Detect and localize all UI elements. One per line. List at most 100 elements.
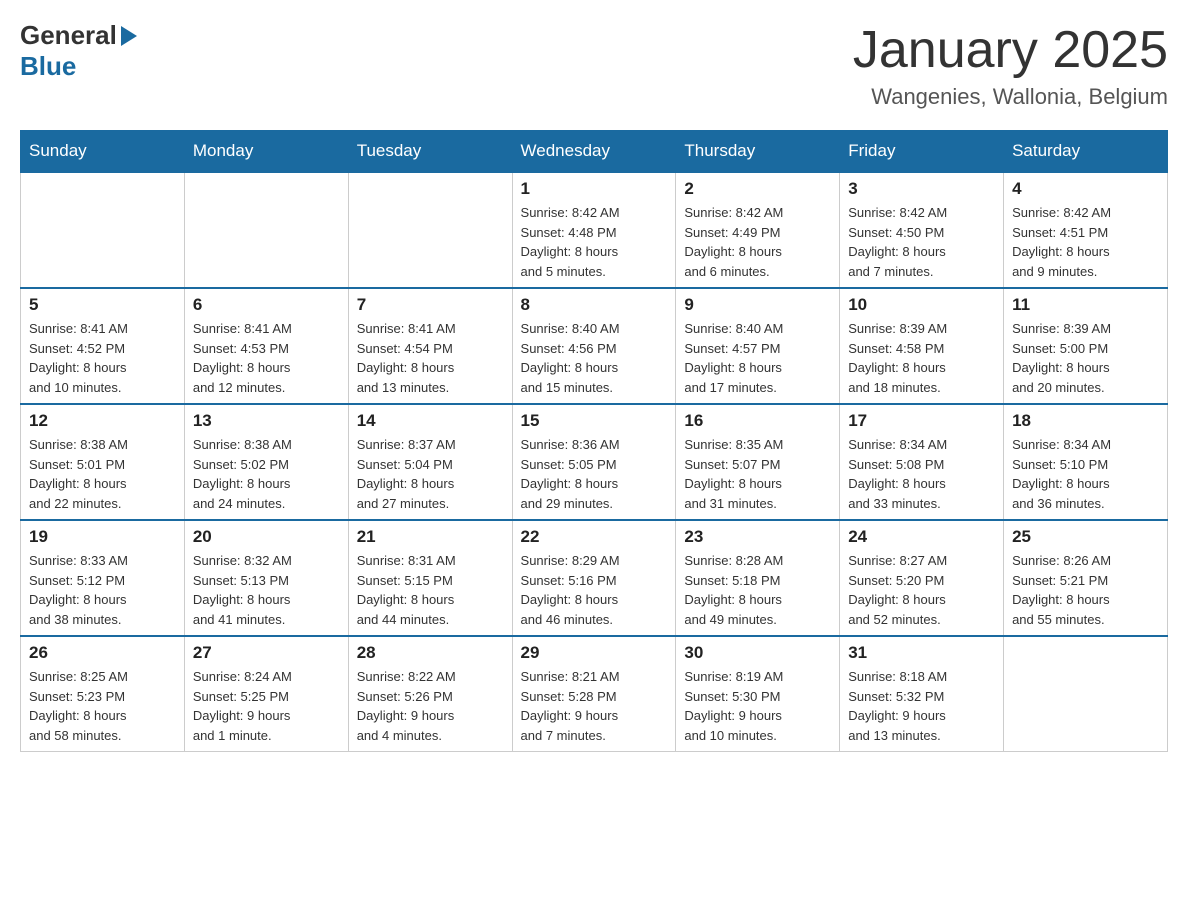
page-header: General Blue January 2025 Wangenies, Wal… [20, 20, 1168, 110]
day-info-28: Sunrise: 8:22 AM Sunset: 5:26 PM Dayligh… [357, 667, 504, 745]
day-number-27: 27 [193, 643, 340, 663]
calendar-cell-w5d6: 31Sunrise: 8:18 AM Sunset: 5:32 PM Dayli… [840, 636, 1004, 752]
calendar-cell-w3d5: 16 Sunrise: 8:35 AM Sunset: 5:07 PM Dayli… [676, 404, 840, 520]
day-info-5: Sunrise: 8:41 AM Sunset: 4:52 PM Dayligh… [29, 319, 176, 397]
calendar-cell-w4d1: 19 Sunrise: 8:33 AM Sunset: 5:12 PM Dayli… [21, 520, 185, 636]
title-section: January 2025 Wangenies, Wallonia, Belgiu… [853, 20, 1168, 110]
day-info-8: Sunrise: 8:40 AM Sunset: 4:56 PM Dayligh… [521, 319, 668, 397]
calendar-cell-w2d3: 7Sunrise: 8:41 AM Sunset: 4:54 PM Daylig… [348, 288, 512, 404]
calendar-cell-w2d6: 10Sunrise: 8:39 AM Sunset: 4:58 PM Dayli… [840, 288, 1004, 404]
calendar-cell-w3d4: 15 Sunrise: 8:36 AM Sunset: 5:05 PM Dayli… [512, 404, 676, 520]
day-number-2: 2 [684, 179, 831, 199]
calendar-cell-w4d6: 24 Sunrise: 8:27 AM Sunset: 5:20 PM Dayli… [840, 520, 1004, 636]
day-info-29: Sunrise: 8:21 AM Sunset: 5:28 PM Dayligh… [521, 667, 668, 745]
day-number-18: 18 [1012, 411, 1159, 431]
day-number-30: 30 [684, 643, 831, 663]
day-number-22: 22 [521, 527, 668, 547]
calendar-cell-w3d2: 13 Sunrise: 8:38 AM Sunset: 5:02 PM Dayli… [184, 404, 348, 520]
calendar-cell-w5d2: 27 Sunrise: 8:24 AM Sunset: 5:25 PM Dayli… [184, 636, 348, 752]
calendar-cell-w1d6: 3 Sunrise: 8:42 AM Sunset: 4:50 PM Daylig… [840, 172, 1004, 288]
calendar-cell-w4d5: 23 Sunrise: 8:28 AM Sunset: 5:18 PM Dayli… [676, 520, 840, 636]
calendar-cell-w5d1: 26 Sunrise: 8:25 AM Sunset: 5:23 PM Dayli… [21, 636, 185, 752]
day-info-20: Sunrise: 8:32 AM Sunset: 5:13 PM Dayligh… [193, 551, 340, 629]
logo-blue-text: Blue [20, 51, 76, 82]
calendar-cell-w1d3 [348, 172, 512, 288]
day-number-5: 5 [29, 295, 176, 315]
calendar-cell-w2d7: 11 Sunrise: 8:39 AM Sunset: 5:00 PM Dayli… [1004, 288, 1168, 404]
day-info-23: Sunrise: 8:28 AM Sunset: 5:18 PM Dayligh… [684, 551, 831, 629]
calendar-cell-w2d4: 8 Sunrise: 8:40 AM Sunset: 4:56 PM Daylig… [512, 288, 676, 404]
day-number-1: 1 [521, 179, 668, 199]
calendar-cell-w3d3: 14Sunrise: 8:37 AM Sunset: 5:04 PM Dayli… [348, 404, 512, 520]
calendar-cell-w1d7: 4Sunrise: 8:42 AM Sunset: 4:51 PM Daylig… [1004, 172, 1168, 288]
day-info-2: Sunrise: 8:42 AM Sunset: 4:49 PM Dayligh… [684, 203, 831, 281]
day-number-13: 13 [193, 411, 340, 431]
day-number-8: 8 [521, 295, 668, 315]
calendar-cell-w1d1 [21, 172, 185, 288]
day-info-27: Sunrise: 8:24 AM Sunset: 5:25 PM Dayligh… [193, 667, 340, 745]
header-sunday: Sunday [21, 131, 185, 173]
day-info-6: Sunrise: 8:41 AM Sunset: 4:53 PM Dayligh… [193, 319, 340, 397]
header-friday: Friday [840, 131, 1004, 173]
calendar-cell-w5d3: 28 Sunrise: 8:22 AM Sunset: 5:26 PM Dayli… [348, 636, 512, 752]
day-number-21: 21 [357, 527, 504, 547]
logo: General Blue [20, 20, 137, 82]
day-info-21: Sunrise: 8:31 AM Sunset: 5:15 PM Dayligh… [357, 551, 504, 629]
month-title: January 2025 [853, 20, 1168, 80]
calendar-cell-w3d6: 17Sunrise: 8:34 AM Sunset: 5:08 PM Dayli… [840, 404, 1004, 520]
day-info-3: Sunrise: 8:42 AM Sunset: 4:50 PM Dayligh… [848, 203, 995, 281]
day-number-16: 16 [684, 411, 831, 431]
week-row-2: 5 Sunrise: 8:41 AM Sunset: 4:52 PM Daylig… [21, 288, 1168, 404]
location-text: Wangenies, Wallonia, Belgium [853, 84, 1168, 110]
day-number-15: 15 [521, 411, 668, 431]
day-info-25: Sunrise: 8:26 AM Sunset: 5:21 PM Dayligh… [1012, 551, 1159, 629]
header-tuesday: Tuesday [348, 131, 512, 173]
header-saturday: Saturday [1004, 131, 1168, 173]
calendar-cell-w1d4: 1 Sunrise: 8:42 AM Sunset: 4:48 PM Daylig… [512, 172, 676, 288]
day-info-18: Sunrise: 8:34 AM Sunset: 5:10 PM Dayligh… [1012, 435, 1159, 513]
calendar-cell-w5d5: 30Sunrise: 8:19 AM Sunset: 5:30 PM Dayli… [676, 636, 840, 752]
day-number-4: 4 [1012, 179, 1159, 199]
calendar-cell-w4d2: 20Sunrise: 8:32 AM Sunset: 5:13 PM Dayli… [184, 520, 348, 636]
day-info-19: Sunrise: 8:33 AM Sunset: 5:12 PM Dayligh… [29, 551, 176, 629]
day-number-24: 24 [848, 527, 995, 547]
day-number-23: 23 [684, 527, 831, 547]
calendar-cell-w5d7 [1004, 636, 1168, 752]
day-info-12: Sunrise: 8:38 AM Sunset: 5:01 PM Dayligh… [29, 435, 176, 513]
calendar-cell-w4d3: 21 Sunrise: 8:31 AM Sunset: 5:15 PM Dayli… [348, 520, 512, 636]
day-info-22: Sunrise: 8:29 AM Sunset: 5:16 PM Dayligh… [521, 551, 668, 629]
calendar-cell-w2d1: 5 Sunrise: 8:41 AM Sunset: 4:52 PM Daylig… [21, 288, 185, 404]
day-info-15: Sunrise: 8:36 AM Sunset: 5:05 PM Dayligh… [521, 435, 668, 513]
day-info-26: Sunrise: 8:25 AM Sunset: 5:23 PM Dayligh… [29, 667, 176, 745]
day-number-14: 14 [357, 411, 504, 431]
calendar-table: Sunday Monday Tuesday Wednesday Thursday… [20, 130, 1168, 752]
calendar-header-row: Sunday Monday Tuesday Wednesday Thursday… [21, 131, 1168, 173]
day-info-9: Sunrise: 8:40 AM Sunset: 4:57 PM Dayligh… [684, 319, 831, 397]
logo-arrow-icon [121, 26, 137, 46]
day-info-1: Sunrise: 8:42 AM Sunset: 4:48 PM Dayligh… [521, 203, 668, 281]
day-number-3: 3 [848, 179, 995, 199]
calendar-cell-w4d7: 25Sunrise: 8:26 AM Sunset: 5:21 PM Dayli… [1004, 520, 1168, 636]
day-number-19: 19 [29, 527, 176, 547]
day-number-29: 29 [521, 643, 668, 663]
week-row-5: 26 Sunrise: 8:25 AM Sunset: 5:23 PM Dayli… [21, 636, 1168, 752]
header-wednesday: Wednesday [512, 131, 676, 173]
calendar-cell-w5d4: 29 Sunrise: 8:21 AM Sunset: 5:28 PM Dayli… [512, 636, 676, 752]
day-number-11: 11 [1012, 295, 1159, 315]
calendar-cell-w3d1: 12Sunrise: 8:38 AM Sunset: 5:01 PM Dayli… [21, 404, 185, 520]
day-info-13: Sunrise: 8:38 AM Sunset: 5:02 PM Dayligh… [193, 435, 340, 513]
calendar-cell-w1d5: 2 Sunrise: 8:42 AM Sunset: 4:49 PM Daylig… [676, 172, 840, 288]
calendar-cell-w4d4: 22 Sunrise: 8:29 AM Sunset: 5:16 PM Dayli… [512, 520, 676, 636]
day-info-11: Sunrise: 8:39 AM Sunset: 5:00 PM Dayligh… [1012, 319, 1159, 397]
day-number-26: 26 [29, 643, 176, 663]
logo-general-text: General [20, 20, 117, 51]
day-number-7: 7 [357, 295, 504, 315]
day-number-17: 17 [848, 411, 995, 431]
day-number-28: 28 [357, 643, 504, 663]
day-info-16: Sunrise: 8:35 AM Sunset: 5:07 PM Dayligh… [684, 435, 831, 513]
week-row-1: 1 Sunrise: 8:42 AM Sunset: 4:48 PM Daylig… [21, 172, 1168, 288]
day-info-31: Sunrise: 8:18 AM Sunset: 5:32 PM Dayligh… [848, 667, 995, 745]
week-row-4: 19 Sunrise: 8:33 AM Sunset: 5:12 PM Dayli… [21, 520, 1168, 636]
day-info-24: Sunrise: 8:27 AM Sunset: 5:20 PM Dayligh… [848, 551, 995, 629]
header-thursday: Thursday [676, 131, 840, 173]
